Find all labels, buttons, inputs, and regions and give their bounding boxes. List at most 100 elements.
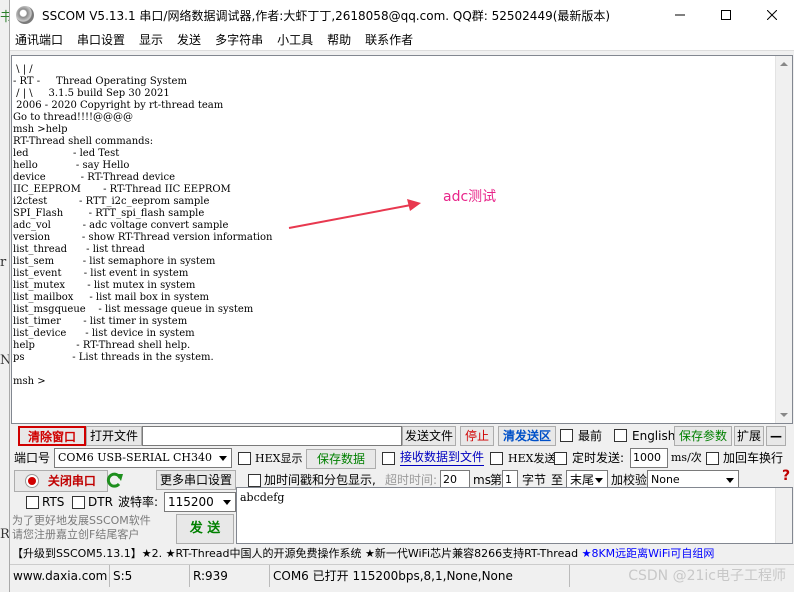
- baud-select[interactable]: 115200: [164, 492, 236, 512]
- menu-help[interactable]: 帮助: [320, 30, 358, 51]
- menu-send[interactable]: 发送: [170, 30, 208, 51]
- frontmost-checkbox[interactable]: [560, 429, 573, 442]
- add-crlf-checkbox[interactable]: [706, 452, 719, 465]
- nth-label: 第: [490, 473, 503, 487]
- terminal-line: list_thread - list thread: [13, 244, 145, 255]
- end-select-value: 末尾: [570, 473, 595, 487]
- close-button[interactable]: [749, 0, 794, 30]
- menu-bar: 通讯端口 串口设置 显示 发送 多字符串 小工具 帮助 联系作者: [10, 30, 794, 51]
- send-content: abcdefg: [240, 491, 285, 504]
- terminal-line: msh >help: [13, 124, 68, 135]
- receive-scrollbar[interactable]: [775, 56, 792, 423]
- file-path-input[interactable]: [142, 426, 402, 446]
- hex-send-checkbox[interactable]: [490, 452, 503, 465]
- maximize-button[interactable]: [703, 0, 749, 30]
- terminal-line: help - RT-Thread shell help.: [13, 340, 191, 351]
- menu-multi-string[interactable]: 多字符串: [208, 30, 270, 51]
- menu-tools[interactable]: 小工具: [270, 30, 320, 51]
- timed-send-label: 定时发送:: [572, 451, 625, 465]
- dtr-checkbox[interactable]: [72, 496, 85, 509]
- save-params-button[interactable]: 保存参数: [674, 426, 732, 446]
- english-checkbox[interactable]: [614, 429, 627, 442]
- port-label: 端口号: [14, 451, 51, 465]
- checksum-select-value: None: [651, 473, 680, 486]
- help-icon[interactable]: ?: [782, 468, 790, 484]
- terminal-output[interactable]: \ | / - RT - Thread Operating System / |…: [13, 64, 775, 419]
- close-port-label: 关闭串口: [47, 474, 96, 488]
- receive-area[interactable]: \ | / - RT - Thread Operating System / |…: [11, 55, 793, 424]
- menu-contact-author[interactable]: 联系作者: [358, 30, 420, 51]
- status-website[interactable]: www.daxia.com: [10, 565, 110, 587]
- promo-link[interactable]: ★8KM远距离WiFi可自组网: [582, 547, 715, 560]
- refresh-button[interactable]: [106, 470, 124, 490]
- menu-comm-port[interactable]: 通讯端口: [10, 30, 70, 51]
- status-port-info: COM6 已打开 115200bps,8,1,None,None: [270, 565, 570, 587]
- background-fragment: r: [0, 255, 7, 270]
- chevron-down-icon: [595, 478, 603, 483]
- checksum-label: 加校验: [611, 473, 648, 487]
- timed-send-checkbox[interactable]: [554, 452, 567, 465]
- window-controls: [657, 0, 794, 30]
- save-data-button[interactable]: 保存数据: [306, 449, 376, 469]
- timeout-unit: ms: [473, 473, 491, 487]
- window-title: SSCOM V5.13.1 串口/网络数据调试器,作者:大虾丁丁,2618058…: [42, 8, 611, 23]
- terminal-line: led - led Test: [13, 148, 120, 159]
- stop-button[interactable]: 停止: [460, 426, 494, 446]
- terminal-line: IIC_EEPROM - RT-Thread IIC EEPROM: [13, 184, 231, 195]
- terminal-line: / | \ 3.1.5 build Sep 30 2021: [13, 88, 170, 99]
- baud-label: 波特率:: [118, 495, 159, 509]
- terminal-line: RT-Thread shell commands:: [13, 136, 154, 147]
- minimize-button[interactable]: [657, 0, 703, 30]
- terminal-line: msh >: [13, 376, 46, 387]
- terminal-line: Go to thread!!!!@@@@: [13, 112, 133, 123]
- hex-display-checkbox[interactable]: [238, 452, 251, 465]
- send-scrollbar[interactable]: [775, 488, 792, 543]
- sscom-window: SSCOM V5.13.1 串口/网络数据调试器,作者:大虾丁丁,2618058…: [9, 0, 794, 592]
- terminal-line: list_event - list event in system: [13, 268, 189, 279]
- clear-window-button[interactable]: 清除窗口: [18, 426, 86, 446]
- send-button[interactable]: 发 送: [176, 514, 234, 544]
- refresh-icon: [106, 472, 123, 488]
- terminal-line: list_mutex - list mutex in system: [13, 280, 196, 291]
- to-label: 至: [551, 473, 564, 487]
- promo-text[interactable]: 【升级到SSCOM5.13.1】★2. ★RT-Thread中国人的开源免费操作…: [12, 547, 582, 560]
- rts-checkbox[interactable]: [26, 496, 39, 509]
- menu-serial-settings[interactable]: 串口设置: [70, 30, 132, 51]
- expand-button[interactable]: 扩展: [734, 426, 764, 446]
- send-file-button[interactable]: 发送文件: [402, 426, 456, 446]
- open-file-button[interactable]: 打开文件: [86, 426, 142, 446]
- close-port-button[interactable]: 关闭串口: [14, 470, 108, 492]
- baud-select-value: 115200: [168, 495, 214, 509]
- status-sent-count: S:5: [110, 565, 190, 587]
- menu-display[interactable]: 显示: [132, 30, 170, 51]
- collapse-button[interactable]: —: [766, 426, 786, 446]
- interval-input[interactable]: 1000: [630, 448, 668, 468]
- terminal-line: 2006 - 2020 Copyright by rt-thread team: [13, 100, 224, 111]
- terminal-line: hello - say Hello: [13, 160, 130, 171]
- port-select[interactable]: COM6 USB-SERIAL CH340: [54, 448, 232, 468]
- timestamp-checkbox[interactable]: [248, 474, 261, 487]
- annotation-arrow-icon: [288, 199, 421, 229]
- annotation-label: adc测试: [443, 189, 497, 205]
- timeout-label: 超时时间:: [385, 473, 438, 487]
- status-recv-count: R:939: [190, 565, 270, 587]
- timestamp-label: 加时间戳和分包显示,: [264, 473, 376, 487]
- promo-bar[interactable]: 【升级到SSCOM5.13.1】★2. ★RT-Thread中国人的开源免费操作…: [10, 545, 794, 562]
- recv-to-file-link[interactable]: 接收数据到文件: [400, 449, 485, 466]
- register-notice-1[interactable]: 为了更好地发展SSCOM软件: [12, 514, 151, 528]
- terminal-line: list_timer - list timer in system: [13, 316, 188, 327]
- chevron-down-icon: [726, 478, 734, 483]
- register-notice-2[interactable]: 请您注册嘉立创F结尾客户: [12, 528, 139, 542]
- maximize-icon: [721, 10, 731, 20]
- background-window-edge: 书 r Ns Rt: [0, 0, 18, 592]
- more-settings-button[interactable]: 更多串口设置: [156, 470, 236, 490]
- scroll-down-icon[interactable]: [780, 413, 788, 417]
- send-textarea[interactable]: abcdefg: [236, 487, 793, 544]
- interval-unit: ms/次: [671, 451, 702, 464]
- clear-send-button[interactable]: 清发送区: [498, 426, 556, 446]
- scroll-up-icon[interactable]: [780, 62, 788, 66]
- title-bar[interactable]: SSCOM V5.13.1 串口/网络数据调试器,作者:大虾丁丁,2618058…: [10, 0, 794, 30]
- terminal-line: list_mailbox - list mail box in system: [13, 292, 210, 303]
- recv-to-file-checkbox[interactable]: [382, 452, 395, 465]
